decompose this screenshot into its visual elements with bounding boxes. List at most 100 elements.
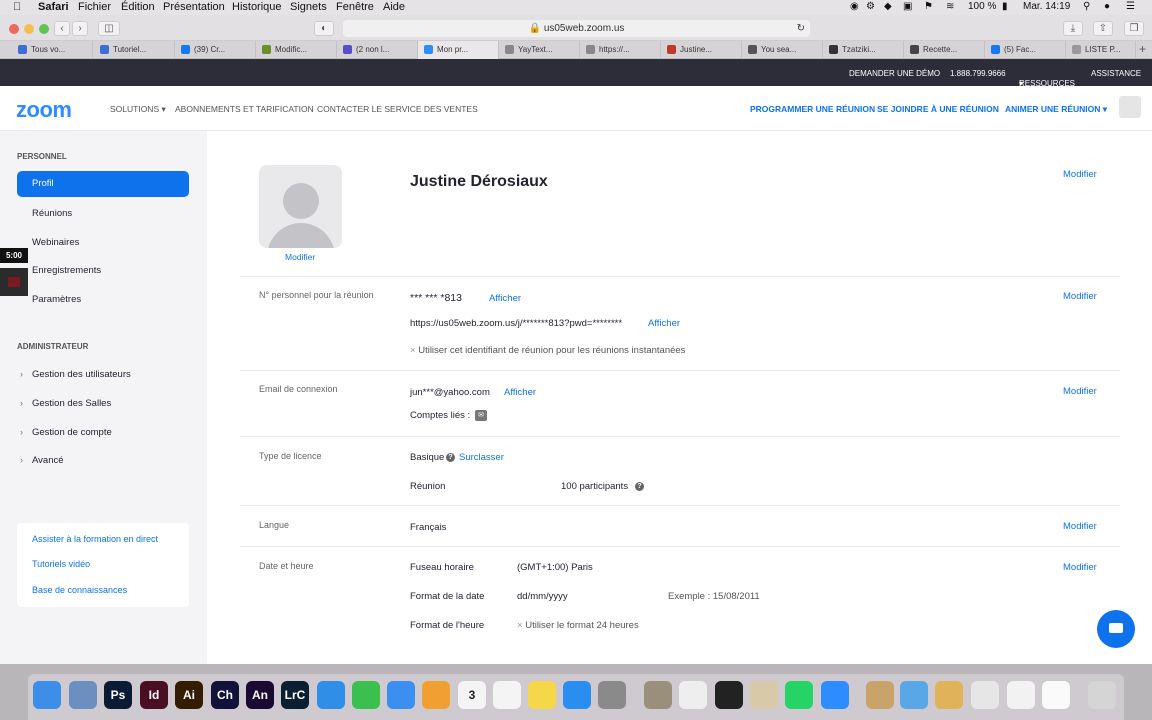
browser-tab[interactable]: Recette... bbox=[904, 41, 985, 59]
request-demo-link[interactable]: DEMANDER UNE DÉMO bbox=[849, 69, 940, 78]
menu-presentation[interactable]: Présentation bbox=[163, 1, 225, 13]
archive-icon[interactable] bbox=[935, 681, 963, 709]
host-meeting-menu[interactable]: ANIMER UNE RÉUNION ▾ bbox=[1005, 104, 1107, 115]
downloads-folder-icon[interactable] bbox=[900, 681, 928, 709]
zoom-icon[interactable] bbox=[821, 681, 849, 709]
sidebar-item-profile[interactable]: Profil bbox=[17, 171, 189, 197]
notes-icon[interactable] bbox=[528, 681, 556, 709]
preview-icon[interactable] bbox=[69, 681, 97, 709]
browser-tab[interactable]: You sea... bbox=[742, 41, 823, 59]
browser-tab[interactable]: (2 non l... bbox=[337, 41, 418, 59]
sidebar-toggle-icon[interactable]: ◫ bbox=[98, 21, 120, 36]
live-training-link[interactable]: Assister à la formation en direct bbox=[32, 534, 158, 544]
character-animator-icon[interactable]: Ch bbox=[211, 681, 239, 709]
browser-tab[interactable]: Tzatziki... bbox=[823, 41, 904, 59]
menu-fichier[interactable]: Fichier bbox=[78, 1, 111, 13]
photos-icon[interactable] bbox=[422, 681, 450, 709]
datetime-edit-link[interactable]: Modifier bbox=[1063, 562, 1097, 573]
battery-percentage[interactable]: 100 % bbox=[968, 1, 996, 12]
browser-tab[interactable]: Modific... bbox=[256, 41, 337, 59]
profile-avatar[interactable] bbox=[259, 165, 342, 248]
minimize-window-button[interactable] bbox=[24, 24, 34, 34]
sidebar-item-account-management[interactable]: Gestion de compte bbox=[32, 427, 112, 438]
new-tab-icon[interactable]: + bbox=[1139, 42, 1146, 56]
trash-icon[interactable] bbox=[1088, 681, 1116, 709]
activity-monitor-icon[interactable] bbox=[715, 681, 743, 709]
tabs-overview-icon[interactable]: ❐ bbox=[1124, 21, 1144, 36]
browser-tab[interactable]: Tous vo... bbox=[12, 41, 93, 59]
reader-icon[interactable] bbox=[750, 681, 778, 709]
textedit-icon[interactable] bbox=[679, 681, 707, 709]
browser-tab[interactable]: (39) Cr... bbox=[175, 41, 256, 59]
sidebar-item-webinars[interactable]: Webinaires bbox=[32, 237, 79, 248]
help-question-icon[interactable]: ? bbox=[635, 482, 644, 491]
downloads-icon[interactable]: ⤓ bbox=[1063, 21, 1083, 36]
recording-timer[interactable]: 5:00 bbox=[0, 248, 28, 263]
support-link[interactable]: ASSISTANCE bbox=[1091, 69, 1141, 78]
reminders-icon[interactable] bbox=[493, 681, 521, 709]
sidebar-item-recordings[interactable]: Enregistrements bbox=[32, 265, 101, 276]
menu-fenetre[interactable]: Fenêtre bbox=[336, 1, 374, 13]
utility-icon[interactable] bbox=[644, 681, 672, 709]
reload-icon[interactable]: ↻ bbox=[797, 20, 805, 37]
stop-recording-button[interactable] bbox=[0, 268, 28, 296]
share-icon[interactable]: ⇧ bbox=[1093, 21, 1113, 36]
solutions-menu[interactable]: SOLUTIONS ▾ bbox=[110, 104, 166, 115]
sidebar-item-advanced[interactable]: Avancé bbox=[32, 455, 64, 466]
photoshop-icon[interactable]: Ps bbox=[104, 681, 132, 709]
pmi-show-link[interactable]: Afficher bbox=[489, 293, 521, 304]
safari-icon[interactable] bbox=[317, 681, 345, 709]
browser-tab[interactable]: YayText... bbox=[499, 41, 580, 59]
join-meeting-link[interactable]: SE JOINDRE À UNE RÉUNION bbox=[877, 104, 999, 114]
knowledge-base-link[interactable]: Base de connaissances bbox=[32, 585, 127, 595]
wifi-icon[interactable]: ≋ bbox=[946, 1, 954, 12]
sidebar-item-user-management[interactable]: Gestion des utilisateurs bbox=[32, 369, 131, 380]
chat-button[interactable] bbox=[1097, 610, 1135, 648]
zoom-logo[interactable]: zoom bbox=[16, 97, 72, 123]
menu-historique[interactable]: Historique bbox=[232, 1, 282, 13]
forward-icon[interactable]: › bbox=[72, 21, 88, 36]
sidebar-item-meetings[interactable]: Réunions bbox=[32, 208, 72, 219]
facetime-icon[interactable] bbox=[352, 681, 380, 709]
email-show-link[interactable]: Afficher bbox=[504, 387, 536, 398]
document-icon-1[interactable] bbox=[971, 681, 999, 709]
sidebar-item-settings[interactable]: Paramètres bbox=[32, 294, 81, 305]
contact-sales-link[interactable]: CONTACTER LE SERVICE DES VENTES bbox=[317, 104, 478, 114]
pmi-edit-link[interactable]: Modifier bbox=[1063, 291, 1097, 302]
language-edit-link[interactable]: Modifier bbox=[1063, 521, 1097, 532]
dropbox-status-icon[interactable]: ◆ bbox=[884, 1, 892, 12]
display-status-icon[interactable]: ▣ bbox=[903, 1, 912, 12]
animate-icon[interactable]: An bbox=[246, 681, 274, 709]
notification-center-icon[interactable]: ☰ bbox=[1126, 1, 1135, 12]
gear-status-icon[interactable]: ⚙ bbox=[866, 1, 875, 12]
apple-menu-icon[interactable]:  bbox=[13, 1, 21, 13]
siri-icon[interactable]: ● bbox=[1104, 1, 1110, 12]
finder-icon[interactable] bbox=[33, 681, 61, 709]
calendar-icon[interactable]: 3 bbox=[458, 681, 486, 709]
spotlight-search-icon[interactable]: ⚲ bbox=[1083, 1, 1090, 12]
browser-tab[interactable]: (5) Fac... bbox=[985, 41, 1066, 59]
lightroom-classic-icon[interactable]: LrC bbox=[281, 681, 309, 709]
back-icon[interactable]: ‹ bbox=[54, 21, 70, 36]
pmi-url-show-link[interactable]: Afficher bbox=[648, 318, 680, 329]
email-edit-link[interactable]: Modifier bbox=[1063, 386, 1097, 397]
system-preferences-icon[interactable] bbox=[598, 681, 626, 709]
schedule-meeting-link[interactable]: PROGRAMMER UNE RÉUNION bbox=[750, 104, 875, 114]
browser-tab-active[interactable]: Mon pr... bbox=[418, 41, 499, 59]
app-store-icon[interactable] bbox=[563, 681, 591, 709]
close-window-button[interactable] bbox=[9, 24, 19, 34]
browser-tab[interactable]: Justine... bbox=[661, 41, 742, 59]
illustrator-icon[interactable]: Ai bbox=[175, 681, 203, 709]
name-edit-link[interactable]: Modifier bbox=[1063, 169, 1097, 180]
battery-icon[interactable]: ▮ bbox=[1002, 1, 1008, 12]
document-icon-2[interactable] bbox=[1007, 681, 1035, 709]
app-menu[interactable]: Safari bbox=[38, 1, 69, 13]
record-status-icon[interactable]: ◉ bbox=[850, 1, 859, 12]
video-tutorials-link[interactable]: Tutoriels vidéo bbox=[32, 559, 90, 569]
address-bar[interactable]: 🔒 us05web.zoom.us ↻ bbox=[343, 20, 810, 37]
menu-signets[interactable]: Signets bbox=[290, 1, 327, 13]
document-icon-3[interactable] bbox=[1042, 681, 1070, 709]
menu-edition[interactable]: Édition bbox=[121, 1, 155, 13]
plans-pricing-link[interactable]: ABONNEMENTS ET TARIFICATION bbox=[175, 104, 314, 114]
flag-fr-icon[interactable]: ⚑ bbox=[924, 1, 933, 12]
